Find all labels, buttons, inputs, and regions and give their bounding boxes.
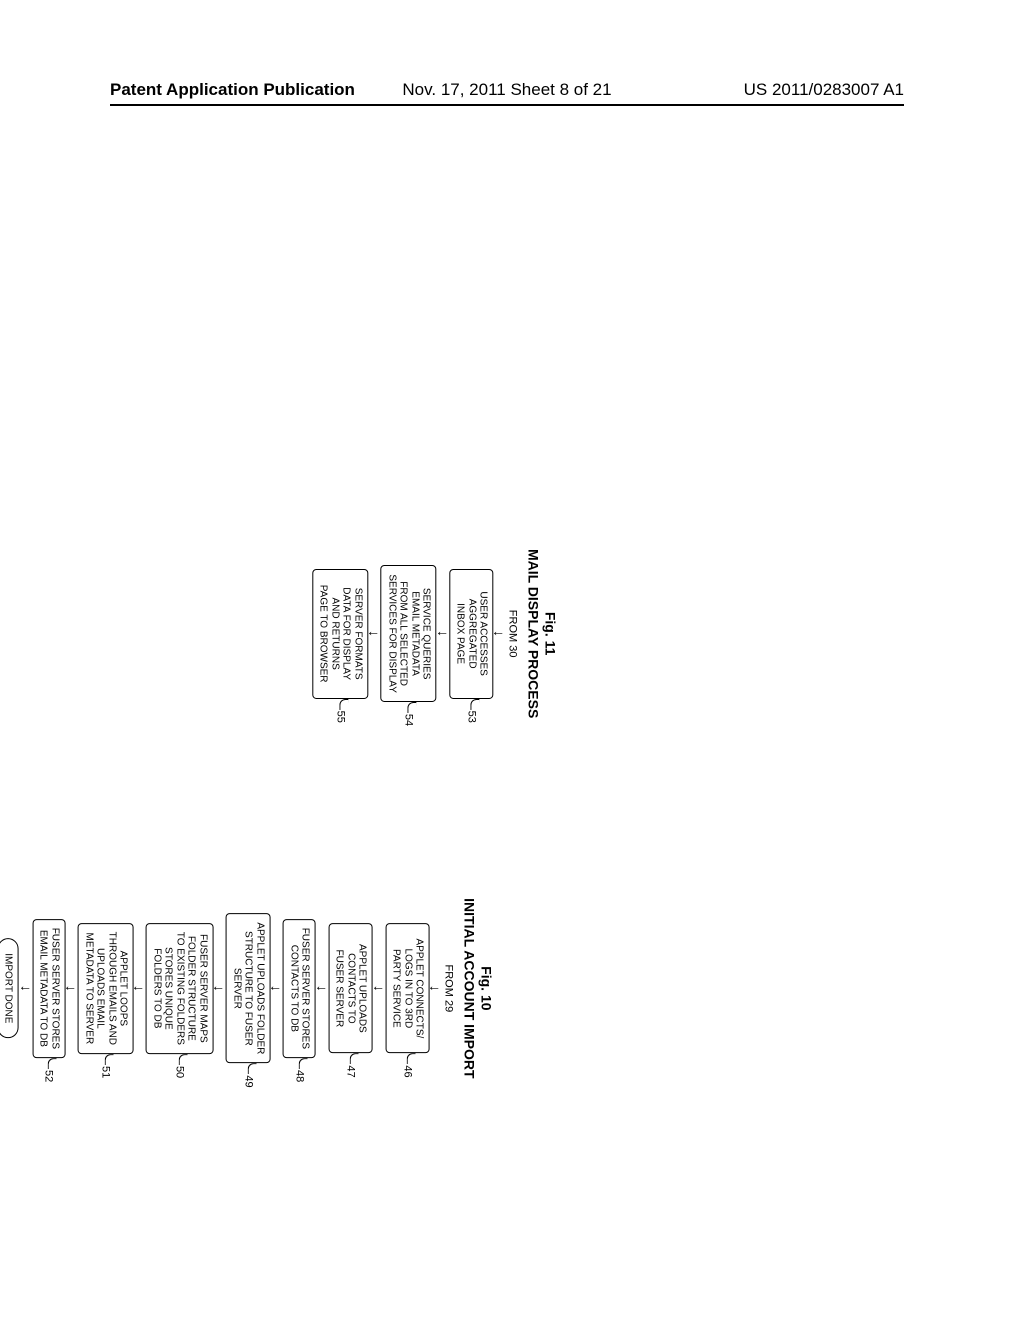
step-box: SERVER FORMATSDATA FOR DISPLAYAND RETURN… <box>312 569 368 699</box>
fig11-flowchart: Fig. 11 MAIL DISPLAY PROCESS FROM 30 ↓ U… <box>311 549 558 718</box>
header-center: Nov. 17, 2011 Sheet 8 of 21 <box>402 80 611 100</box>
step-box: APPLET UPLOADSCONTACTS TOFUSER SERVER <box>328 923 373 1053</box>
step-box: USER ACCESSESAGGREGATEDINBOX PAGE <box>449 569 494 699</box>
arrow-down-icon: ↓ <box>375 985 383 992</box>
fig10-terminal: IMPORT DONE <box>0 938 19 1038</box>
arrow-down-icon: ↓ <box>318 985 326 992</box>
fig10-label: Fig. 10 <box>479 966 495 1010</box>
fig10-step-49: APPLET UPLOADS FOLDERSTRUCTURE TO FUSERS… <box>225 913 272 1063</box>
arrow-down-icon: ↓ <box>272 985 280 992</box>
arrow-down-icon: ↓ <box>370 630 378 637</box>
arrow-down-icon: ↓ <box>136 985 144 992</box>
ref-number: 51 <box>100 1066 112 1078</box>
ref-number: 46 <box>401 1065 413 1077</box>
step-box: FUSER SERVER MAPSFOLDER STRUCTURETO EXIS… <box>146 923 214 1054</box>
fig10-wrapper: Fig. 10 INITIAL ACCOUNT IMPORT FROM 29 ↓… <box>156 740 336 1237</box>
fig11-step-53: USER ACCESSESAGGREGATEDINBOX PAGE 53 <box>448 569 495 699</box>
fig11-wrapper: Fig. 11 MAIL DISPLAY PROCESS FROM 30 ↓ U… <box>350 510 519 757</box>
fig10-step-47: APPLET UPLOADSCONTACTS TOFUSER SERVER 47 <box>327 923 374 1053</box>
step-box: APPLET LOOPSTHROUGH EMAILS ANDUPLOADS EM… <box>78 923 134 1054</box>
fig10-from: FROM 29 <box>443 965 455 1013</box>
ref-number: 52 <box>43 1070 55 1082</box>
step-box: FUSER SERVER STORESEMAIL METADATA TO DB <box>32 919 65 1058</box>
ref-number: 53 <box>465 711 477 723</box>
arrow-down-icon: ↓ <box>495 630 503 637</box>
ref-number: 49 <box>242 1075 254 1087</box>
fig11-from: FROM 30 <box>507 610 519 658</box>
arrow-down-icon: ↓ <box>216 985 224 992</box>
arrow-down-icon: ↓ <box>67 985 75 992</box>
arrow-down-icon: ↓ <box>438 630 446 637</box>
ref-number: 50 <box>174 1066 186 1078</box>
page-header: Patent Application Publication Nov. 17, … <box>110 80 904 106</box>
header-right: US 2011/0283007 A1 <box>612 80 904 100</box>
ref-number: 47 <box>344 1065 356 1077</box>
ref-number: 54 <box>402 714 414 726</box>
fig10-step-46: APPLET CONNECTS/LOGS IN TO 3RDPARTY SERV… <box>384 923 431 1053</box>
arrow-down-icon: ↓ <box>432 985 440 992</box>
step-box: SERVICE QUERIESEMAIL METADATAFROM ALL SE… <box>380 565 436 702</box>
fig10-caption: Fig. 10 INITIAL ACCOUNT IMPORT <box>461 898 495 1078</box>
ref-number: 55 <box>334 711 346 723</box>
fig11-step-54: SERVICE QUERIESEMAIL METADATAFROM ALL SE… <box>379 565 437 702</box>
fig10-title: INITIAL ACCOUNT IMPORT <box>462 898 478 1078</box>
fig11-step-55: SERVER FORMATSDATA FOR DISPLAYAND RETURN… <box>311 569 369 699</box>
step-box: APPLET UPLOADS FOLDERSTRUCTURE TO FUSERS… <box>226 913 271 1063</box>
fig11-title: MAIL DISPLAY PROCESS <box>526 549 542 718</box>
arrow-down-icon: ↓ <box>22 985 30 992</box>
fig11-caption: Fig. 11 MAIL DISPLAY PROCESS <box>525 549 559 718</box>
fig10-flowchart: Fig. 10 INITIAL ACCOUNT IMPORT FROM 29 ↓… <box>0 898 495 1078</box>
step-box: FUSER SERVER STORESCONTACTS TO DB <box>283 919 316 1058</box>
fig10-step-48: FUSER SERVER STORESCONTACTS TO DB 48 <box>282 919 317 1058</box>
fig10-step-51: APPLET LOOPSTHROUGH EMAILS ANDUPLOADS EM… <box>77 923 135 1054</box>
header-left: Patent Application Publication <box>110 80 402 100</box>
fig10-step-50: FUSER SERVER MAPSFOLDER STRUCTURETO EXIS… <box>145 923 215 1054</box>
fig10-step-52: FUSER SERVER STORESEMAIL METADATA TO DB … <box>31 919 66 1058</box>
step-box: APPLET CONNECTS/LOGS IN TO 3RDPARTY SERV… <box>385 923 430 1053</box>
fig11-label: Fig. 11 <box>542 612 558 656</box>
ref-number: 48 <box>293 1070 305 1082</box>
